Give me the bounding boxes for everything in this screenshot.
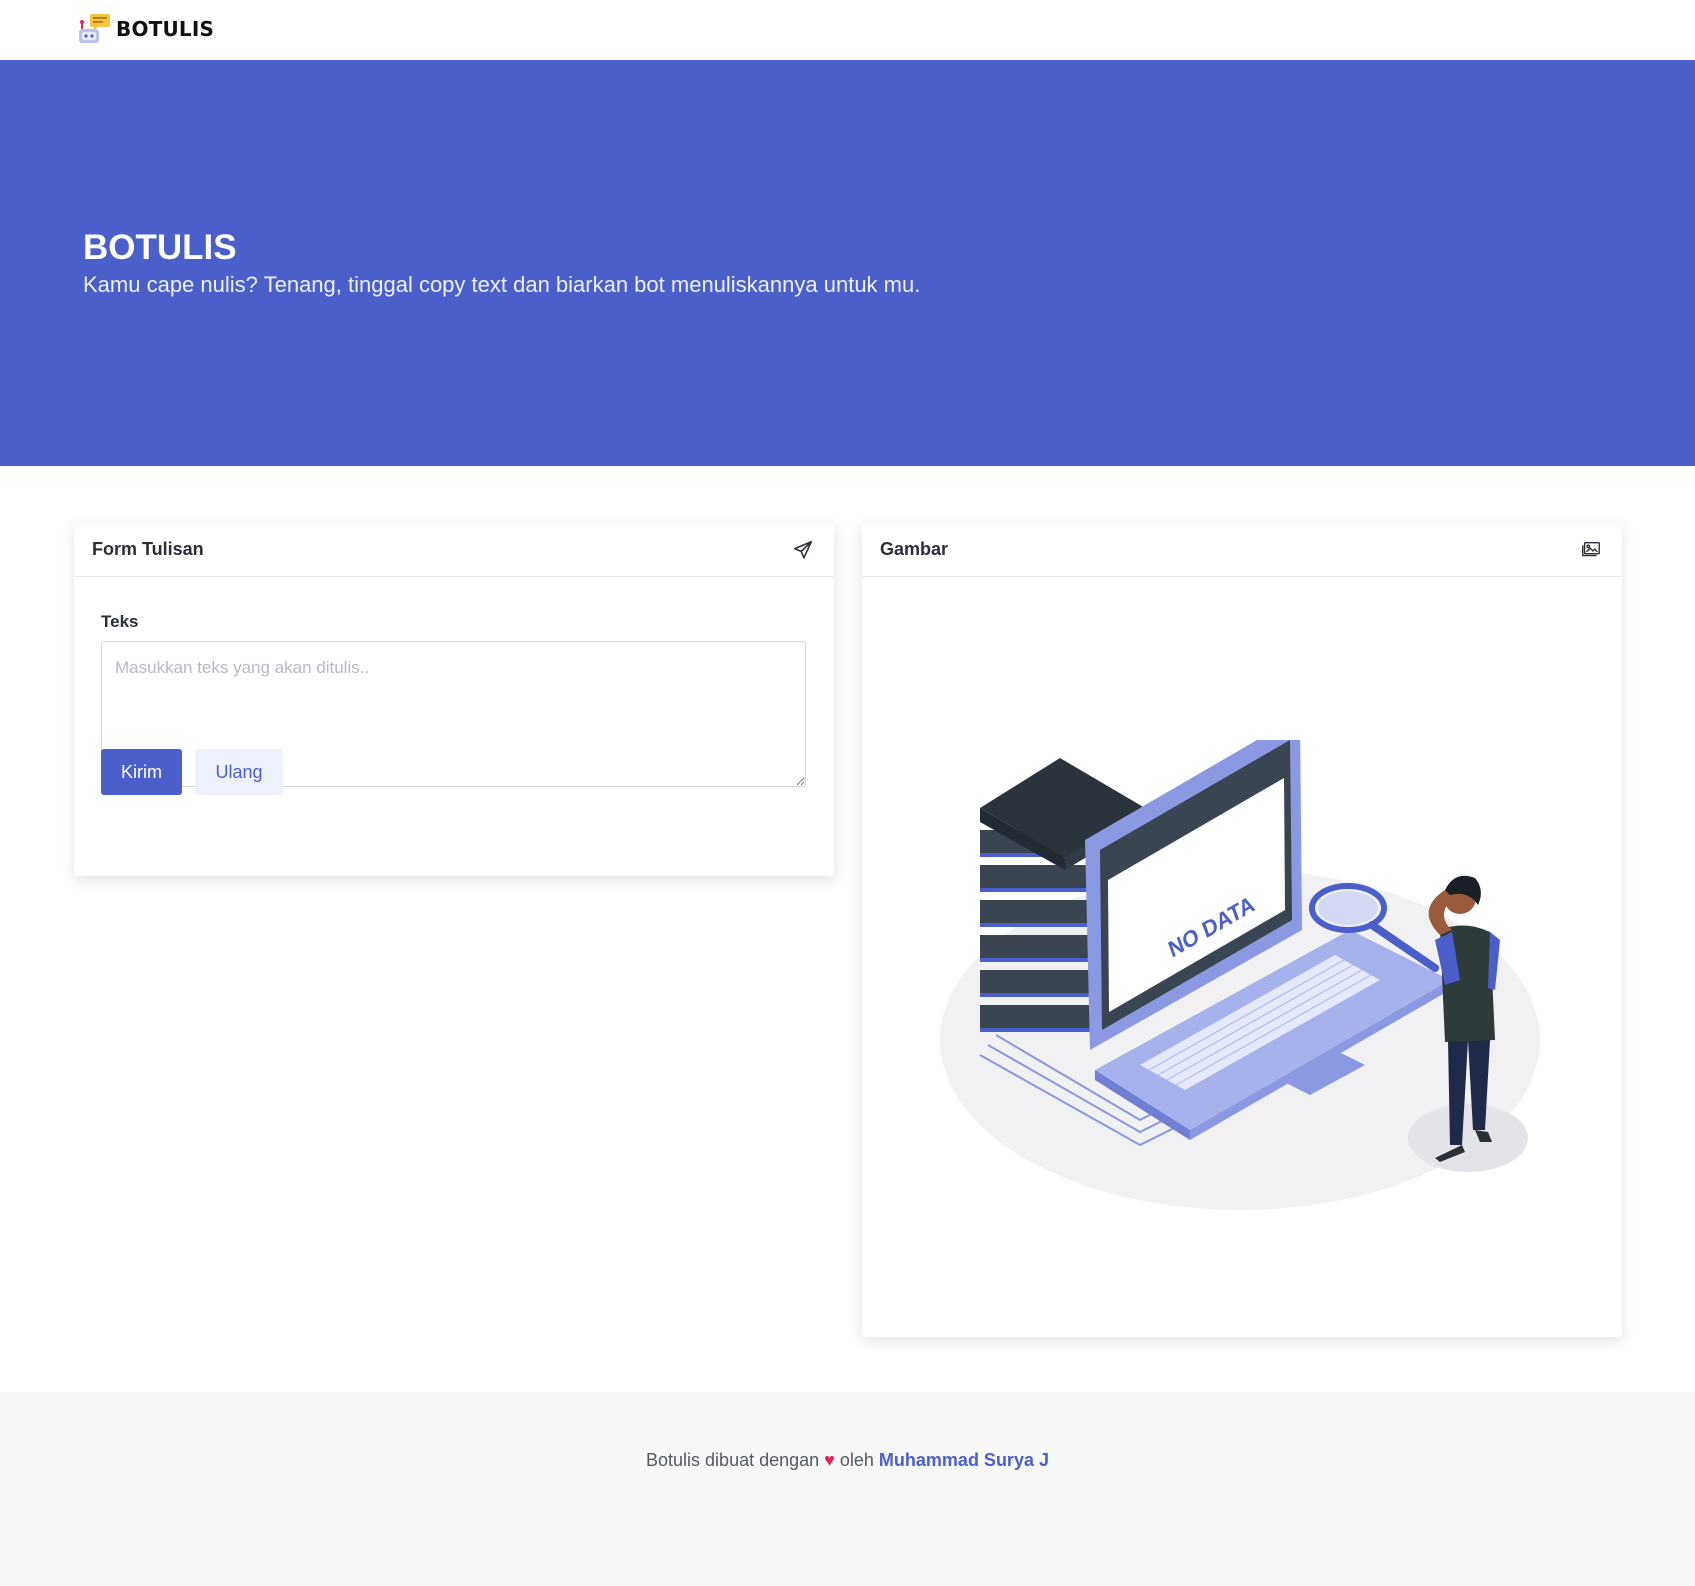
- no-data-illustration: NO DATA: [940, 740, 1540, 1210]
- form-card: Form Tulisan Teks: [74, 523, 834, 876]
- image-card-title: Gambar: [880, 539, 949, 559]
- footer-prefix: Botulis dibuat dengan: [646, 1450, 820, 1470]
- footer-credit: Botulis dibuat dengan ♥ oleh Muhammad Su…: [0, 1450, 1695, 1471]
- hero-title: BOTULIS: [83, 228, 237, 267]
- send-icon: [793, 540, 813, 559]
- footer-middle: oleh: [839, 1450, 874, 1470]
- image-card-header: Gambar: [862, 523, 1622, 577]
- hero-subtitle: Kamu cape nulis? Tenang, tinggal copy te…: [83, 272, 921, 297]
- heart-icon: ♥: [824, 1450, 835, 1470]
- form-card-title: Form Tulisan: [92, 539, 204, 559]
- images-icon: [1582, 541, 1600, 556]
- teks-label: Teks: [101, 612, 139, 631]
- ulang-button[interactable]: Ulang: [195, 749, 283, 795]
- hero-banner: BOTULIS Kamu cape nulis? Tenang, tinggal…: [0, 60, 1695, 466]
- brand-name: BOTULIS: [116, 17, 215, 41]
- author-link[interactable]: Muhammad Surya J: [879, 1450, 1049, 1470]
- form-card-header: Form Tulisan: [74, 523, 834, 577]
- kirim-button[interactable]: Kirim: [101, 749, 182, 795]
- top-navbar: BOTULIS: [0, 0, 1695, 60]
- brand-link[interactable]: BOTULIS: [76, 12, 214, 46]
- robot-chat-logo-icon: [79, 14, 110, 43]
- page-footer: Botulis dibuat dengan ♥ oleh Muhammad Su…: [0, 1392, 1695, 1586]
